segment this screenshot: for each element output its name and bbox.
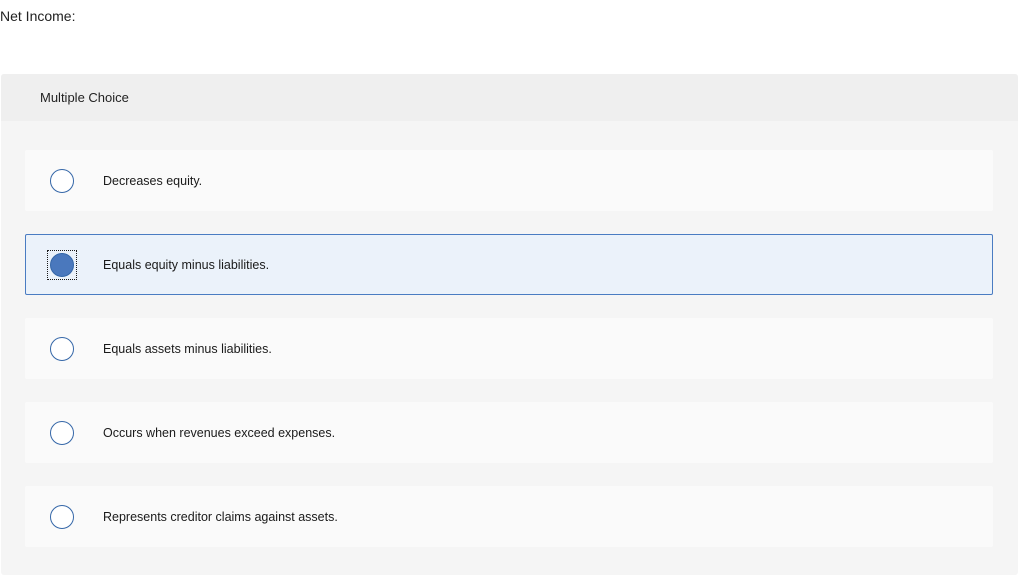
radio-button[interactable]: [50, 252, 74, 277]
radio-focus-frame: [47, 418, 77, 448]
multiple-choice-header: Multiple Choice: [1, 74, 1018, 121]
option-label: Equals equity minus liabilities.: [103, 257, 270, 272]
radio-button[interactable]: [50, 504, 74, 529]
multiple-choice-panel: Multiple Choice Decreases equity. Equals…: [1, 74, 1018, 575]
option-label: Occurs when revenues exceed expenses.: [103, 425, 336, 440]
question-prompt: Net Income:: [0, 8, 76, 24]
option-label: Represents creditor claims against asset…: [103, 509, 338, 524]
radio-focus-frame: [47, 166, 77, 196]
radio-focus-frame: [47, 334, 77, 364]
options-list: Decreases equity. Equals equity minus li…: [25, 150, 993, 570]
option-item[interactable]: Decreases equity.: [25, 150, 993, 211]
radio-focus-frame: [47, 249, 77, 280]
option-item[interactable]: Occurs when revenues exceed expenses.: [25, 402, 993, 463]
option-label: Decreases equity.: [103, 173, 203, 188]
radio-focus-frame: [47, 502, 77, 532]
radio-button[interactable]: [50, 420, 74, 445]
radio-button[interactable]: [50, 168, 74, 193]
radio-button[interactable]: [50, 336, 74, 361]
option-item[interactable]: Equals assets minus liabilities.: [25, 318, 993, 379]
option-label: Equals assets minus liabilities.: [103, 341, 272, 356]
option-item[interactable]: Represents creditor claims against asset…: [25, 486, 993, 547]
option-item-selected[interactable]: Equals equity minus liabilities.: [25, 234, 993, 295]
